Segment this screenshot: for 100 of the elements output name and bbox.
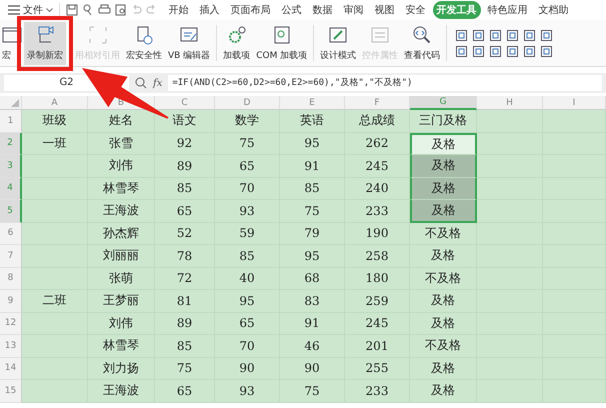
table-cell: 59 [215,222,280,245]
table-cell: 85 [280,178,345,200]
row-header[interactable]: 7 [0,245,22,268]
table-cell [22,380,88,402]
column-header[interactable]: C [155,96,215,110]
table-cell: 91 [280,312,345,335]
menu-tab[interactable]: 公式 [278,1,306,19]
table-cell: 王海波 [88,380,155,402]
window-icon [2,24,22,44]
table-cell: 一班 [22,132,88,155]
table-cell: 不及格 [410,222,477,245]
table-cell [22,358,88,380]
menu-tab[interactable]: 视图 [370,1,398,19]
column-header[interactable]: I [543,96,606,110]
table-cell: 总成绩 [345,110,410,132]
table-cell: 刘伟 [88,155,155,178]
table-cell: 班级 [22,110,88,132]
row-header[interactable]: 12 [0,312,22,335]
table-cell: 及格 [410,245,477,268]
table-cell: 75 [280,380,345,402]
caret-icon [46,8,53,12]
row-header[interactable]: 4 [0,178,22,200]
zoom-icon[interactable] [135,77,147,89]
table-cell: 张雪 [88,132,155,155]
table-cell: 及格 [410,358,477,380]
table-cell: 刘丽丽 [88,245,155,268]
table-cell: 245 [345,312,410,335]
table-cell: 52 [155,222,215,245]
function-button[interactable]: fx [153,78,162,88]
table-cell: 90 [280,358,345,380]
table-cell: 75 [215,132,280,155]
row-header[interactable]: 3 [0,155,22,178]
table-cell: 及格 [410,178,477,200]
menu-tab[interactable]: 页面布局 [226,1,274,19]
table-cell [22,178,88,200]
row-header[interactable]: 14 [0,358,22,380]
table-cell: 数学 [215,110,280,132]
row-header[interactable]: 6 [0,222,22,245]
table-cell: 81 [155,290,215,312]
table-cell: 89 [155,312,215,335]
menu-tab[interactable]: 插入 [196,1,224,19]
table-cell [477,222,543,245]
ribbon-button[interactable]: VB 编辑器 [165,22,214,64]
table-cell: 258 [345,245,410,268]
ribbon-button[interactable]: 录制新宏 [24,22,66,64]
menu-tab[interactable]: 文档助 [534,1,572,19]
ribbon-button[interactable]: 加载项 [220,22,254,64]
table-cell [477,132,543,155]
menu-tab[interactable]: 特色应用 [484,1,532,19]
table-cell: 85 [215,245,280,268]
table-cell: 233 [345,380,410,402]
table-cell: 孙杰辉 [88,222,155,245]
menu-tab[interactable]: 审阅 [340,1,368,19]
formula-field[interactable]: =IF(AND(C2>=60,D2>=60,E2>=60),"及格","不及格") [168,75,602,91]
table-cell: 259 [345,290,410,312]
column-header[interactable]: A [22,96,88,110]
row-header[interactable]: 9 [0,290,22,312]
column-header[interactable]: G [410,96,477,110]
table-cell [543,380,606,402]
menu-tab[interactable]: 安全 [402,1,430,19]
table-cell: 及格 [410,380,477,402]
table-cell [22,200,88,222]
ribbon-button[interactable]: 宏 [2,22,20,64]
bracket-icon [88,24,108,44]
column-header[interactable]: E [280,96,345,110]
print-icon[interactable] [98,4,111,16]
table-cell [477,178,543,200]
table-cell: 93 [215,200,280,222]
save-icon[interactable] [66,4,78,16]
table-cell: 89 [155,155,215,178]
file-menu[interactable]: 文件 [8,3,60,17]
column-header[interactable]: D [215,96,280,110]
row-header[interactable]: 15 [0,380,22,402]
menu-tab[interactable]: 数据 [308,1,336,19]
ribbon-button[interactable]: COM 加载项 [253,22,310,64]
table-cell: 65 [155,380,215,402]
row-header[interactable]: 5 [0,200,22,222]
ribbon-button[interactable]: 设计模式 [317,22,360,64]
menu-tab[interactable]: 开始 [164,1,192,19]
menu-tab[interactable]: 开发工具 [432,1,480,19]
table-cell: 张萌 [88,268,155,290]
table-cell: 180 [345,268,410,290]
ribbon-button[interactable]: 宏安全性 [123,22,165,64]
table-cell: 70 [215,335,280,358]
row-header[interactable]: 2 [0,132,22,155]
row-header[interactable]: 13 [0,335,22,358]
table-cell: 及格 [410,200,477,222]
ribbon-button[interactable]: 查看代码 [401,22,444,64]
table-cell: 不及格 [410,335,477,358]
column-header[interactable]: F [345,96,410,110]
column-header[interactable]: H [477,96,543,110]
preview-icon[interactable] [115,4,127,16]
table-cell [22,245,88,268]
table-cell [477,380,543,402]
row-header[interactable]: 8 [0,268,22,290]
table-cell: 40 [215,268,280,290]
table-cell: 刘力扬 [88,358,155,380]
table-cell: 255 [345,358,410,380]
row-header[interactable]: 1 [0,110,22,132]
table-cell: 70 [215,178,280,200]
